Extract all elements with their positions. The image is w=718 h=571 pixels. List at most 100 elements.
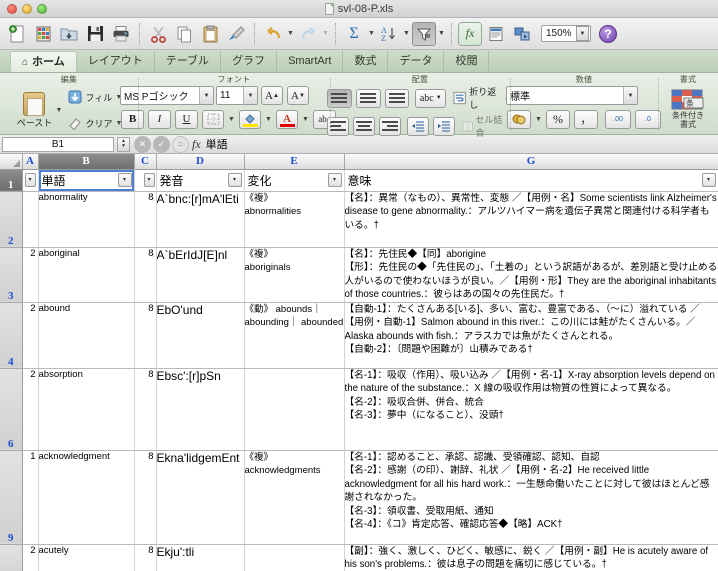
cell-e9[interactable]: 《複》 acknowledgments bbox=[244, 450, 345, 545]
font-name-combo[interactable]: MS Pゴシック ▼ bbox=[120, 86, 214, 105]
cell-c9[interactable]: 8 bbox=[134, 450, 157, 545]
cell-d6[interactable]: Ebsc':[r]pSn bbox=[156, 368, 245, 451]
cell-c3[interactable]: 8 bbox=[134, 247, 157, 303]
sort-dropdown-icon[interactable]: ▼ bbox=[402, 22, 411, 46]
tab-charts[interactable]: グラフ bbox=[221, 51, 278, 72]
italic-button[interactable]: I bbox=[148, 109, 171, 129]
font-name-dropdown-icon[interactable]: ▼ bbox=[199, 87, 213, 104]
cut-icon[interactable] bbox=[146, 22, 170, 46]
equals-icon[interactable]: = bbox=[172, 135, 189, 153]
filter-button-g1[interactable]: ▾ bbox=[701, 172, 716, 187]
borders-dropdown-icon[interactable]: ▼ bbox=[227, 107, 236, 131]
bold-button[interactable]: B bbox=[121, 109, 144, 129]
cell-d2[interactable]: A`bnc:[r]mA'lEti bbox=[156, 191, 245, 248]
row-header-1[interactable]: 1 bbox=[0, 169, 23, 192]
cell-e10[interactable] bbox=[244, 544, 345, 571]
align-top-button[interactable] bbox=[327, 88, 352, 108]
filter-button-c1[interactable]: ▾ bbox=[143, 172, 155, 187]
tab-formulas[interactable]: 数式 bbox=[343, 51, 389, 72]
orientation-button[interactable]: abc ▼ bbox=[415, 88, 447, 108]
row-header-10[interactable]: 10 bbox=[0, 544, 23, 571]
grow-font-button[interactable]: A ▲ bbox=[261, 86, 283, 105]
tab-home[interactable]: ⌂ ホーム bbox=[10, 51, 77, 72]
cell-b10[interactable]: acutely bbox=[37, 544, 135, 571]
font-size-dropdown-icon[interactable]: ▼ bbox=[243, 87, 257, 104]
cell-g1[interactable]: 意味 ▾ bbox=[344, 169, 718, 192]
save-icon[interactable] bbox=[83, 22, 107, 46]
number-format-combo[interactable]: 標準 ▼ bbox=[506, 86, 638, 105]
percent-button[interactable]: % bbox=[546, 109, 570, 129]
copy-icon[interactable] bbox=[172, 22, 196, 46]
align-bottom-button[interactable] bbox=[384, 88, 410, 108]
borders-button[interactable] bbox=[202, 109, 224, 129]
name-box-spinner[interactable]: ▲ ▼ bbox=[117, 136, 130, 152]
filter-button-a1[interactable]: ▾ bbox=[24, 172, 36, 187]
filter-button-e1[interactable]: ▾ bbox=[327, 172, 342, 187]
font-color-button[interactable]: A bbox=[276, 109, 298, 129]
decrease-indent-button[interactable] bbox=[407, 116, 429, 136]
cell-g4[interactable]: 【自動-1】：たくさんある[いる]、多い、富む、豊富である、（～に）溢れている … bbox=[343, 302, 718, 369]
fill-color-button[interactable] bbox=[239, 109, 261, 129]
currency-dropdown-icon[interactable]: ▼ bbox=[534, 107, 543, 131]
align-middle-button[interactable] bbox=[355, 88, 381, 108]
cell-a1[interactable]: ▾ bbox=[22, 169, 39, 192]
row-header-4[interactable]: 4 bbox=[0, 302, 23, 369]
undo-dropdown-icon[interactable]: ▼ bbox=[286, 22, 295, 46]
new-from-template-icon[interactable] bbox=[31, 22, 55, 46]
cell-d4[interactable]: EbO'und bbox=[156, 302, 245, 369]
cell-d1[interactable]: 発音 ▾ bbox=[156, 169, 245, 192]
cell-b6[interactable]: absorption bbox=[37, 368, 135, 451]
cell-b1[interactable]: 単語 ▾ bbox=[38, 169, 135, 192]
cell-b4[interactable]: abound bbox=[37, 302, 135, 369]
fill-button[interactable]: フィル ▼ bbox=[67, 85, 123, 109]
cell-e3[interactable]: 《複》 aboriginals bbox=[244, 247, 345, 303]
cell-g9[interactable]: 【名-1】：認めること、承認、認識、受領確認、認知、自認 【名-2】：感謝（の印… bbox=[343, 450, 718, 545]
tab-smartart[interactable]: SmartArt bbox=[277, 51, 344, 72]
insert-function-icon[interactable]: fx bbox=[192, 137, 201, 152]
autosum-icon[interactable]: Σ bbox=[342, 22, 366, 46]
format-painter-icon[interactable] bbox=[224, 22, 248, 46]
cancel-formula-icon[interactable]: ✕ bbox=[134, 135, 151, 153]
zoom-control[interactable]: 150% ▼ bbox=[541, 25, 591, 42]
autosum-dropdown-icon[interactable]: ▼ bbox=[367, 22, 376, 46]
tab-data[interactable]: データ bbox=[388, 51, 445, 72]
increase-indent-button[interactable] bbox=[433, 116, 455, 136]
row-header-2[interactable]: 2 bbox=[0, 191, 23, 248]
name-box[interactable]: B1 bbox=[2, 136, 114, 152]
new-document-icon[interactable] bbox=[5, 22, 29, 46]
tab-review[interactable]: 校閲 bbox=[444, 51, 490, 72]
row-header-6[interactable]: 6 bbox=[0, 368, 23, 451]
font-size-combo[interactable]: 11 ▼ bbox=[216, 86, 258, 105]
clear-button[interactable]: クリア ▼ bbox=[67, 111, 123, 135]
cell-e4[interactable]: 《動》 abounds｜ abounding｜ abounded bbox=[244, 302, 345, 369]
column-header-b[interactable]: B bbox=[38, 154, 135, 170]
print-icon[interactable] bbox=[109, 22, 133, 46]
column-header-a[interactable]: A bbox=[22, 154, 39, 170]
cell-e6[interactable] bbox=[244, 368, 345, 451]
cell-g3[interactable]: 【名】：先住民◆【同】aborigine 【形】：先住民の◆「先住民の」、「土着… bbox=[343, 247, 718, 303]
wrap-text-button[interactable]: 折り返し bbox=[453, 85, 503, 111]
cell-a9[interactable]: 1 bbox=[22, 450, 39, 545]
redo-icon[interactable] bbox=[296, 22, 320, 46]
cell-c1[interactable]: ▾ bbox=[134, 169, 157, 192]
cell-c4[interactable]: 8 bbox=[134, 302, 157, 369]
comma-button[interactable]: ， bbox=[574, 109, 598, 129]
underline-button[interactable]: U bbox=[175, 109, 198, 129]
cell-c6[interactable]: 8 bbox=[134, 368, 157, 451]
filter-button-d1[interactable]: ▾ bbox=[227, 172, 242, 187]
paste-button[interactable]: ペースト bbox=[14, 91, 54, 129]
cell-d9[interactable]: Ekna'lidgemEnt bbox=[156, 450, 245, 545]
align-center-button[interactable] bbox=[353, 116, 375, 136]
undo-icon[interactable] bbox=[261, 22, 285, 46]
cell-d3[interactable]: A`bErIdJ[E]nl bbox=[156, 247, 245, 303]
cell-e2[interactable]: 《複》 abnormalities bbox=[244, 191, 345, 248]
accept-formula-icon[interactable]: ✓ bbox=[153, 135, 170, 153]
tab-tables[interactable]: テーブル bbox=[155, 51, 222, 72]
paste-icon[interactable] bbox=[198, 22, 222, 46]
cell-c2[interactable]: 8 bbox=[134, 191, 157, 248]
cell-e1[interactable]: 変化 ▾ bbox=[244, 169, 345, 192]
conditional-format-button[interactable]: 条 条件付き 書式 bbox=[671, 89, 705, 129]
cell-d10[interactable]: Ekju':tli bbox=[156, 544, 245, 571]
currency-button[interactable] bbox=[507, 109, 531, 129]
column-header-d[interactable]: D bbox=[156, 154, 245, 170]
